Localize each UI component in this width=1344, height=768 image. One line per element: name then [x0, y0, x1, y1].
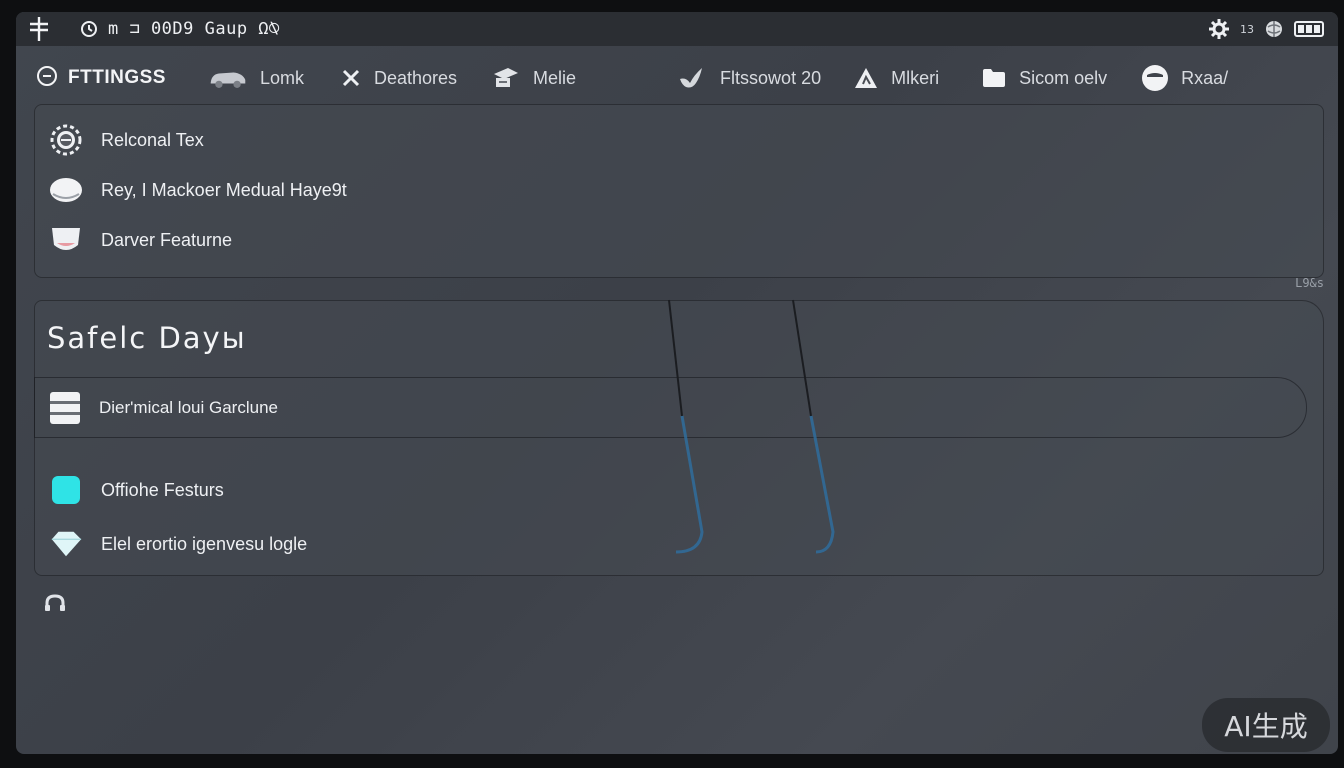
- safety-card: Safelc Dayы Dier'mical loui Garclune Off…: [34, 300, 1324, 576]
- menu-icon[interactable]: [28, 17, 50, 41]
- list-item-label: Relconal Tex: [101, 129, 204, 150]
- square-icon: [49, 473, 83, 507]
- brand-title: FTTINGSS: [68, 67, 166, 88]
- gear-icon: [49, 123, 83, 157]
- nav-item-sicom[interactable]: Sicom oelv: [981, 64, 1107, 92]
- top-nav: FTTINGSS Lomk Deathores Melie Fltssowot: [16, 52, 1338, 104]
- folder-icon: [981, 64, 1007, 92]
- settings-icon[interactable]: [1208, 18, 1230, 40]
- brand[interactable]: FTTINGSS: [36, 65, 166, 91]
- status-small-text: 13: [1240, 22, 1254, 36]
- side-label: L9&s: [1295, 276, 1324, 290]
- nav-item-mlkeri[interactable]: Mlkeri: [853, 64, 939, 92]
- list-item[interactable]: Dier'mical loui Garclune: [34, 377, 1307, 438]
- nav-label: Deathores: [373, 67, 458, 88]
- nav-item-rxaa[interactable]: Rxaa/: [1141, 64, 1228, 92]
- globe-icon: [1264, 19, 1284, 39]
- graduation-cap-icon: [491, 64, 521, 92]
- power-icon: [36, 65, 58, 91]
- headset-icon[interactable]: [44, 594, 66, 616]
- nav-item-melie[interactable]: Melie: [491, 64, 576, 92]
- list-item-label: Elel erortio igenvesu logle: [101, 533, 308, 554]
- nav-label: Melie: [533, 67, 577, 88]
- app-window: m ⊐ 00D9 Gaup Ω⍉ 13 FTTINGSS Lomk Deatho…: [16, 12, 1338, 754]
- nav-item-lomk[interactable]: Lomk: [208, 64, 304, 92]
- nav-label: Sicom oelv: [1019, 67, 1108, 88]
- triangle-icon: [853, 64, 879, 92]
- status-bar: m ⊐ 00D9 Gaup Ω⍉ 13: [16, 12, 1338, 46]
- nav-label: Fltssowot 20: [720, 67, 822, 88]
- watermark-badge: AI生成: [1202, 698, 1330, 752]
- bird-icon: [676, 64, 708, 92]
- cloud-icon: [49, 173, 83, 207]
- nav-label: Lomk: [259, 67, 304, 88]
- list-item[interactable]: Darver Featurne: [35, 215, 1323, 265]
- status-text: m ⊐ 00D9 Gaup Ω⍉: [108, 19, 280, 39]
- nav-item-deathores[interactable]: Deathores: [340, 64, 457, 92]
- list-item-label: Darver Featurne: [101, 229, 233, 250]
- server-icon: [49, 391, 81, 425]
- battery-icon: [1294, 21, 1326, 37]
- section-title: Safelc Dayы: [47, 321, 247, 355]
- close-icon: [340, 64, 362, 92]
- nav-label: Mlkeri: [891, 67, 940, 88]
- clock-icon: [80, 20, 98, 38]
- list-item-label: Rey, I Mackoer Medual Haye9t: [101, 179, 347, 200]
- list-item[interactable]: Relconal Tex: [35, 115, 1323, 165]
- list-item[interactable]: Elel erortio igenvesu logle: [35, 519, 307, 569]
- cup-icon: [49, 223, 83, 257]
- list-item[interactable]: Offiohe Festurs: [35, 465, 224, 515]
- list-item-label: Dier'mical loui Garclune: [99, 397, 278, 417]
- nav-label: Rxaa/: [1181, 67, 1229, 88]
- car-icon: [208, 64, 248, 92]
- settings-card: Relconal Tex Rey, I Mackoer Medual Haye9…: [34, 104, 1324, 278]
- nav-item-fltssowot[interactable]: Fltssowot 20: [676, 64, 821, 92]
- user-icon: [1141, 64, 1169, 92]
- diamond-icon: [49, 527, 83, 561]
- list-item-label: Offiohe Festurs: [101, 479, 224, 500]
- list-item[interactable]: Rey, I Mackoer Medual Haye9t: [35, 165, 1323, 215]
